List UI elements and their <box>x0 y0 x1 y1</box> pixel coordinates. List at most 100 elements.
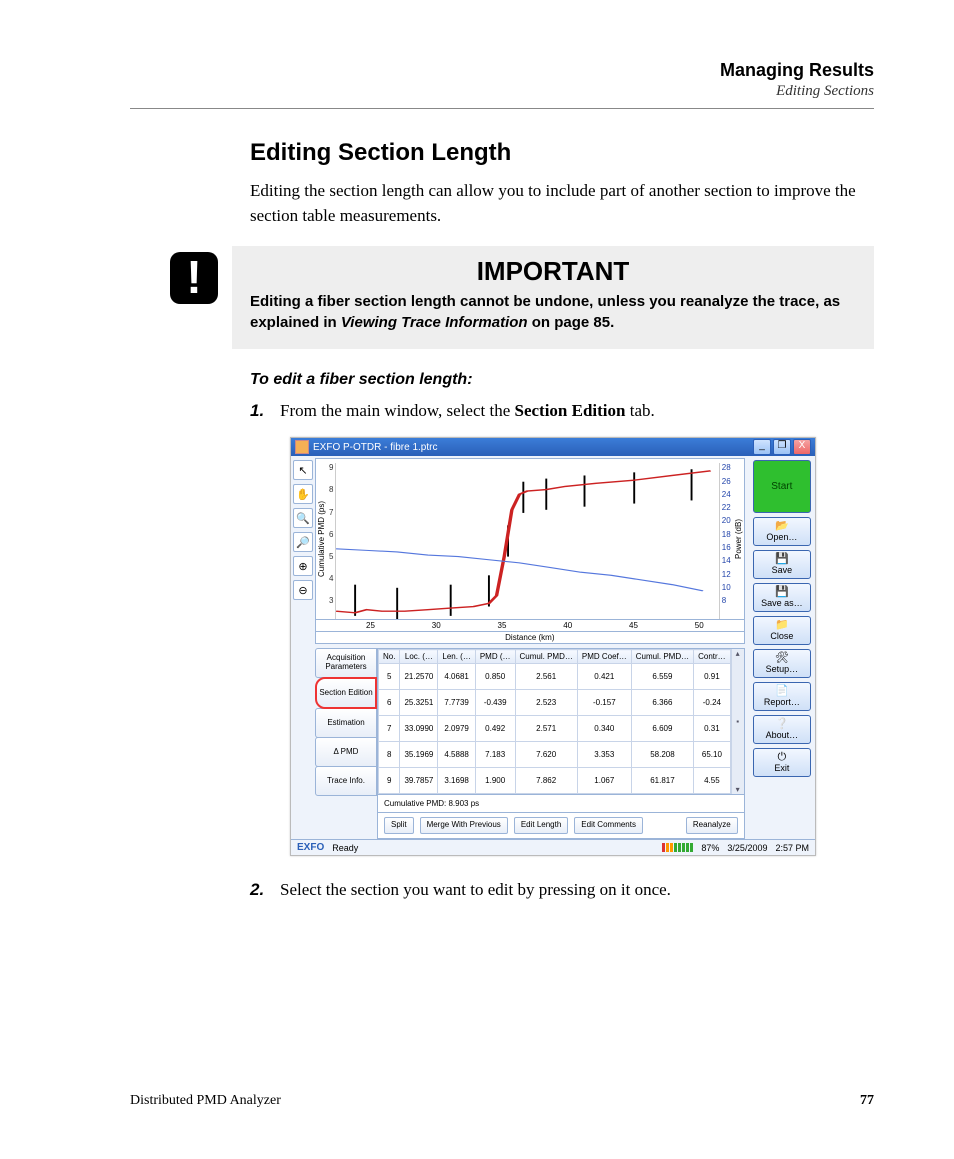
running-head-subtitle: Editing Sections <box>130 83 874 100</box>
table-scrollbar[interactable]: ▴ ▪ ▾ <box>731 649 744 794</box>
status-date: 3/25/2009 <box>727 843 767 853</box>
zoom-out-icon[interactable]: ⊖ <box>293 580 313 600</box>
table-cell: 6.366 <box>631 690 693 716</box>
window-titlebar[interactable]: EXFO P-OTDR - fibre 1.ptrc _ ❐ X <box>291 438 815 456</box>
folder-icon: 📁 <box>775 620 789 631</box>
table-cell: 6.559 <box>631 664 693 690</box>
zoom-in-icon[interactable]: ⊕ <box>293 556 313 576</box>
open-button[interactable]: 📂Open… <box>753 517 811 546</box>
table-row[interactable]: 625.32517.7739-0.4392.523-0.1576.366-0.2… <box>379 690 731 716</box>
close-button[interactable]: X <box>793 439 811 455</box>
report-icon: 📄 <box>775 686 789 697</box>
table-row[interactable]: 733.09902.09790.4922.5710.3406.6090.31 <box>379 716 731 742</box>
table-cell: 2.571 <box>515 716 577 742</box>
zoom-tool-icon[interactable]: 🔍 <box>293 508 313 528</box>
edit-comments-button[interactable]: Edit Comments <box>574 817 643 834</box>
x-axis-label: Distance (km) <box>315 632 745 644</box>
save-button[interactable]: 💾Save <box>753 550 811 579</box>
app-screenshot: EXFO P-OTDR - fibre 1.ptrc _ ❐ X ↖ ✋ 🔍 🔎… <box>290 437 816 856</box>
tab-delta-pmd[interactable]: Δ PMD <box>315 737 377 767</box>
step-number: 1. <box>250 401 280 421</box>
y-axis-left-ticks: 9876543 <box>327 459 335 619</box>
table-cell: 61.817 <box>631 768 693 794</box>
tab-acquisition-parameters[interactable]: Acquisition Parameters <box>315 648 377 678</box>
table-header[interactable]: Cumul. PMD… <box>631 650 693 664</box>
table-cell: 2.561 <box>515 664 577 690</box>
table-header[interactable]: Len. (… <box>438 650 475 664</box>
table-cell: 1.900 <box>475 768 515 794</box>
table-row[interactable]: 521.25704.06810.8502.5610.4216.5590.91 <box>379 664 731 690</box>
table-cell: -0.24 <box>694 690 731 716</box>
step-2: 2. Select the section you want to edit b… <box>250 880 874 900</box>
table-cell: 33.0990 <box>400 716 438 742</box>
scroll-up-icon[interactable]: ▴ <box>736 649 740 658</box>
reanalyze-button[interactable]: Reanalyze <box>686 817 738 834</box>
save-icon: 💾 <box>775 554 789 565</box>
table-cell: 3.1698 <box>438 768 475 794</box>
table-header[interactable]: Contr… <box>694 650 731 664</box>
running-head-title: Managing Results <box>130 60 874 81</box>
app-icon <box>295 440 309 454</box>
table-cell: 7 <box>379 716 400 742</box>
plot-svg <box>336 463 718 619</box>
table-cell: 1.067 <box>577 768 631 794</box>
table-header[interactable]: Loc. (… <box>400 650 438 664</box>
exit-button[interactable]: ⏻Exit <box>753 748 811 777</box>
edit-length-button[interactable]: Edit Length <box>514 817 568 834</box>
vertical-tabs: Acquisition Parameters Section Edition E… <box>315 648 377 795</box>
table-header[interactable]: PMD (… <box>475 650 515 664</box>
pointer-tool-icon[interactable]: ↖ <box>293 460 313 480</box>
report-button[interactable]: 📄Report… <box>753 682 811 711</box>
page-number: 77 <box>860 1093 874 1109</box>
table-cell: 0.340 <box>577 716 631 742</box>
help-icon: ❔ <box>775 719 789 730</box>
right-button-panel: Start 📂Open… 💾Save 💾Save as… 📁Close 🛠Set… <box>749 456 815 839</box>
table-cell: 2.523 <box>515 690 577 716</box>
table-cell: 4.5888 <box>438 742 475 768</box>
merge-previous-button[interactable]: Merge With Previous <box>420 817 508 834</box>
pan-tool-icon[interactable]: ✋ <box>293 484 313 504</box>
table-cell: 25.3251 <box>400 690 438 716</box>
table-cell: 8 <box>379 742 400 768</box>
cumulative-pmd-label: Cumulative PMD: 8.903 ps <box>384 799 479 808</box>
y-axis-left-label: Cumulative PMD (ps) <box>316 459 327 619</box>
table-header[interactable]: Cumul. PMD… <box>515 650 577 664</box>
split-button[interactable]: Split <box>384 817 414 834</box>
maximize-button[interactable]: ❐ <box>773 439 791 455</box>
section-table[interactable]: No.Loc. (…Len. (…PMD (…Cumul. PMD…PMD Co… <box>377 648 745 795</box>
table-cell: 0.421 <box>577 664 631 690</box>
save-as-button[interactable]: 💾Save as… <box>753 583 811 612</box>
table-cell: 65.10 <box>694 742 731 768</box>
table-header[interactable]: No. <box>379 650 400 664</box>
minimize-button[interactable]: _ <box>753 439 771 455</box>
start-button[interactable]: Start <box>753 460 811 513</box>
status-bar: EXFO Ready 87% 3/25/2009 2:57 PM <box>291 839 815 855</box>
table-cell: 21.2570 <box>400 664 438 690</box>
page-footer: Distributed PMD Analyzer 77 <box>130 1093 874 1109</box>
important-title: IMPORTANT <box>250 256 856 287</box>
close-file-button[interactable]: 📁Close <box>753 616 811 645</box>
intro-paragraph: Editing the section length can allow you… <box>250 179 874 228</box>
table-cell: 7.620 <box>515 742 577 768</box>
power-icon: ⏻ <box>777 752 786 763</box>
zoom-area-tool-icon[interactable]: 🔎 <box>293 532 313 552</box>
table-cell: 6.609 <box>631 716 693 742</box>
brand-label: EXFO <box>297 842 324 853</box>
scroll-down-icon[interactable]: ▾ <box>736 785 740 794</box>
battery-percent: 87% <box>701 843 719 853</box>
tab-section-edition[interactable]: Section Edition <box>315 677 377 709</box>
step-number: 2. <box>250 880 280 900</box>
table-cell: -0.439 <box>475 690 515 716</box>
setup-button[interactable]: 🛠Setup… <box>753 649 811 678</box>
tab-trace-info[interactable]: Trace Info. <box>315 766 377 796</box>
procedure-heading: To edit a fiber section length: <box>250 371 874 389</box>
table-row[interactable]: 939.78573.16981.9007.8621.06761.8174.55 <box>379 768 731 794</box>
trace-chart[interactable]: Cumulative PMD (ps) 9876543 <box>315 458 745 620</box>
table-header[interactable]: PMD Coef… <box>577 650 631 664</box>
table-cell: 9 <box>379 768 400 794</box>
table-row[interactable]: 835.19694.58887.1837.6203.35358.20865.10 <box>379 742 731 768</box>
about-button[interactable]: ❔About… <box>753 715 811 744</box>
table-cell: 3.353 <box>577 742 631 768</box>
footer-product-name: Distributed PMD Analyzer <box>130 1093 281 1109</box>
tab-estimation[interactable]: Estimation <box>315 708 377 738</box>
